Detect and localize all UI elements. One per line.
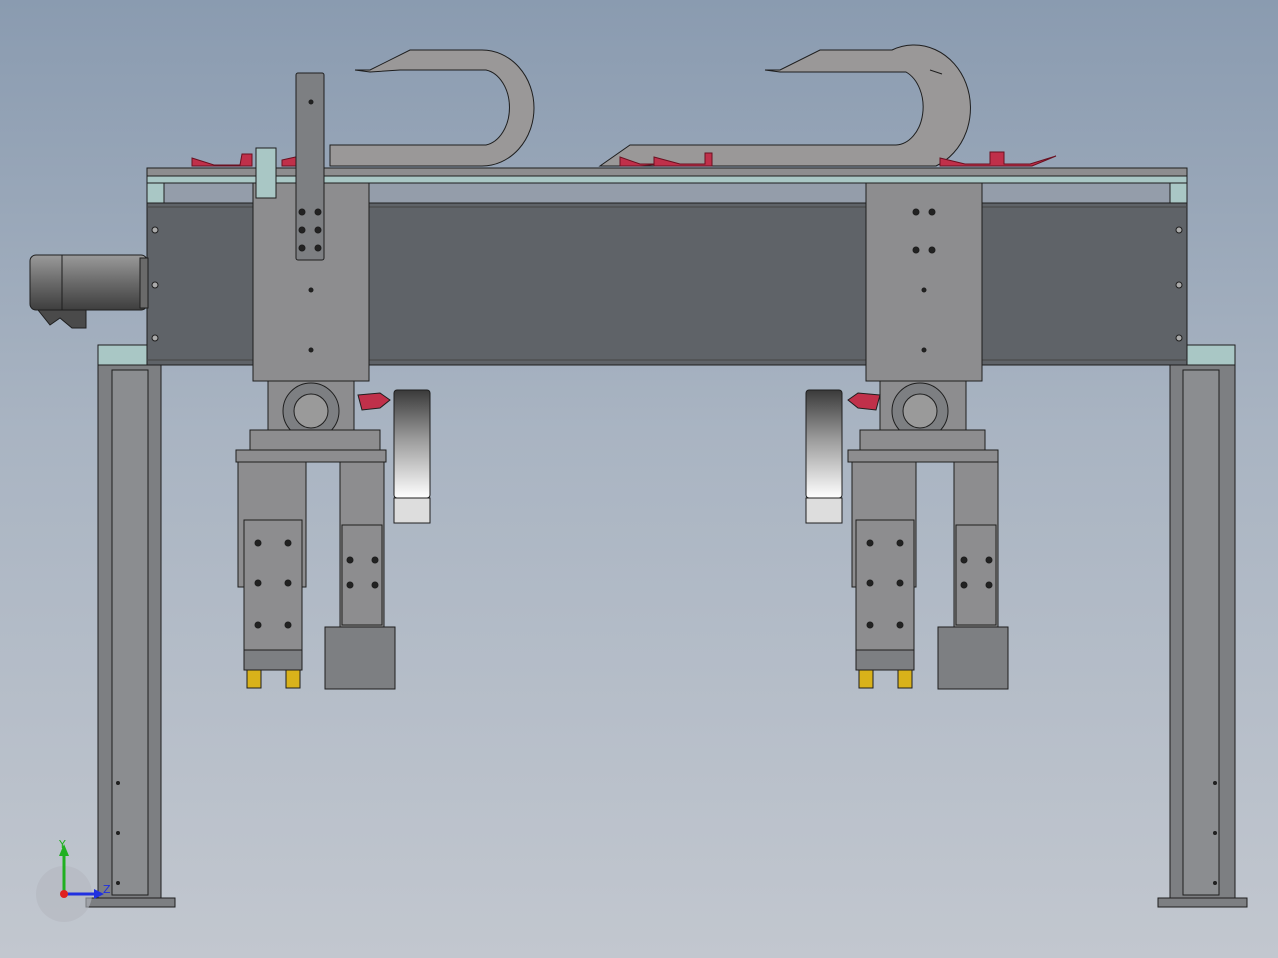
- cable-chain-left: [329, 49, 535, 167]
- right-column: [1157, 344, 1248, 908]
- cad-viewport[interactable]: Y Z: [0, 0, 1278, 958]
- z-axis-label: Z: [103, 883, 111, 896]
- x-axis-dot: [60, 890, 68, 898]
- gantry-assembly-drawing: Y Z: [29, 44, 1248, 922]
- servo-motor: [29, 254, 149, 329]
- left-fittings: [246, 669, 301, 689]
- right-fittings: [858, 669, 913, 689]
- cable-chain-right: [598, 44, 971, 167]
- left-column: [85, 344, 176, 908]
- y-axis-label: Y: [58, 838, 66, 851]
